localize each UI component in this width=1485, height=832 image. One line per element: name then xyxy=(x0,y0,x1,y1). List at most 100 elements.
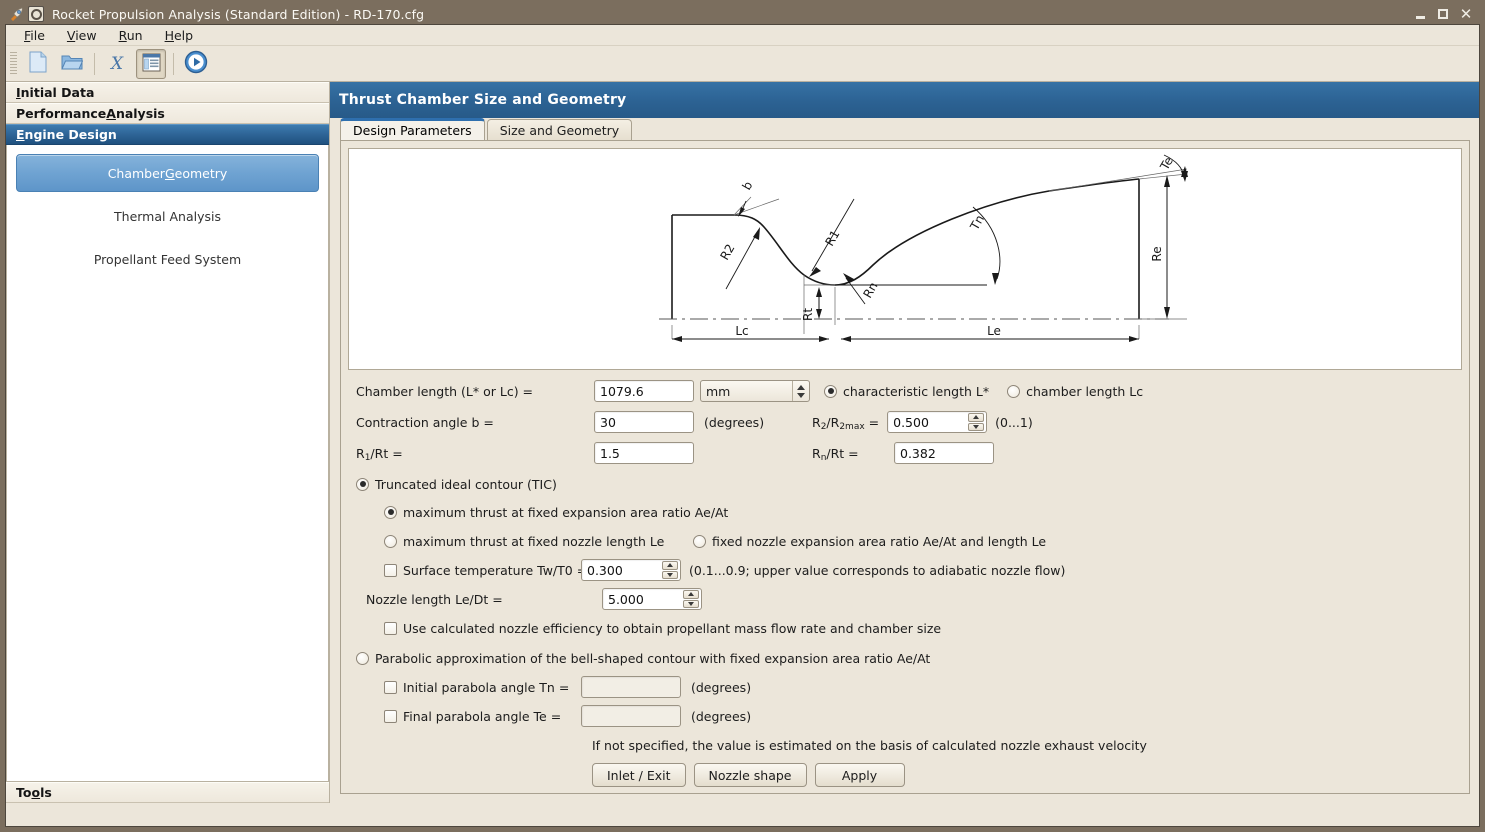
inlet-exit-button[interactable]: Inlet / Exit xyxy=(592,763,686,787)
chamber-length-label: Chamber length (L* or Lc) = xyxy=(356,383,534,399)
diagram-label-re: Re xyxy=(1150,246,1164,261)
sidebar-section-tools-mnemonic: o xyxy=(31,785,41,800)
r1-rt-label: R1/Rt = xyxy=(356,445,403,463)
menu-view-rest: iew xyxy=(75,27,97,43)
sidebar-section-performance-analysis[interactable]: Performance Analysis xyxy=(6,103,329,124)
chamber-length-input[interactable]: 1079.6 xyxy=(594,380,694,402)
checkbox-final-parabola-angle[interactable] xyxy=(384,709,397,723)
radio-parabolic-approximation[interactable] xyxy=(356,651,369,665)
r2-ratio-label: R2/R2max = xyxy=(812,414,880,432)
radio-max-thrust-fixed-area-ratio[interactable] xyxy=(384,505,397,519)
sidebar-section-tools-pre: To xyxy=(16,785,32,800)
window-menu-icon[interactable] xyxy=(28,6,44,22)
content-area: Thrust Chamber Size and Geometry Design … xyxy=(330,82,1479,803)
row-r1-rt: R1/Rt = 1.5 Rn/Rt = 0.382 xyxy=(356,442,1462,464)
surface-temperature-label: Surface temperature Tw/T0 = xyxy=(403,562,588,578)
r2-ratio-spinner-buttons[interactable] xyxy=(968,413,985,431)
sidebar-section-initial-data[interactable]: Initial Data xyxy=(6,82,329,103)
tab-strip: Design Parameters Size and Geometry xyxy=(330,118,1479,140)
rn-rt-input[interactable]: 0.382 xyxy=(894,442,994,464)
row-tic: Truncated ideal contour (TIC) xyxy=(356,473,1462,495)
menu-view[interactable]: View xyxy=(57,26,107,45)
maximize-button[interactable] xyxy=(1433,6,1453,23)
menu-help[interactable]: Help xyxy=(155,26,204,45)
toolbar-grip[interactable] xyxy=(10,51,17,76)
contraction-angle-input[interactable]: 30 xyxy=(594,411,694,433)
sidebar-item-chamber-geometry[interactable]: Chamber Geometry xyxy=(16,154,319,192)
diagram-label-r2: R2 xyxy=(717,242,737,263)
close-button[interactable]: ✕ xyxy=(1456,6,1476,23)
r2-ratio-value: 0.500 xyxy=(893,414,929,430)
sidebar-section-tools[interactable]: To o ls xyxy=(6,782,329,803)
chamber-length-unit-select[interactable]: mm xyxy=(700,380,810,402)
export-x-button[interactable]: X xyxy=(102,49,132,79)
checkbox-use-calculated-efficiency[interactable] xyxy=(384,621,397,635)
nozzle-diagram-svg: Lc Le Rt Re b R2 R1 Rn Tn Te xyxy=(659,155,1188,342)
radio-fixed-area-ratio-and-length[interactable] xyxy=(693,534,706,548)
apply-button[interactable]: Apply xyxy=(814,763,905,787)
r2-ratio-spin-up[interactable] xyxy=(968,413,985,422)
r2-ratio-spin-down[interactable] xyxy=(968,422,985,431)
nozzle-length-spinner[interactable]: 5.000 xyxy=(602,588,702,610)
radio-characteristic-length[interactable] xyxy=(824,384,837,398)
sidebar-section-engine-design[interactable]: Engine Design xyxy=(6,124,329,145)
nozzle-length-spin-up[interactable] xyxy=(683,590,699,599)
surface-temperature-spin-down[interactable] xyxy=(662,570,678,579)
nozzle-shape-button[interactable]: Nozzle shape xyxy=(693,763,807,787)
run-button[interactable] xyxy=(181,49,211,79)
surface-temperature-note: (0.1...0.9; upper value corresponds to a… xyxy=(689,562,1066,578)
row-surface-temperature: Surface temperature Tw/T0 = 0.300 (0.1..… xyxy=(384,559,1462,581)
toolbar: X xyxy=(6,46,1479,82)
menu-file[interactable]: File xyxy=(14,26,55,45)
new-file-button[interactable] xyxy=(23,49,53,79)
diagram-label-lc: Lc xyxy=(735,324,748,338)
row-tic-option-1: maximum thrust at fixed expansion area r… xyxy=(384,501,1462,523)
tab-design-parameters[interactable]: Design Parameters xyxy=(340,118,485,140)
sidebar-item-thermal-analysis[interactable]: Thermal Analysis xyxy=(16,197,319,235)
minimize-button[interactable] xyxy=(1410,6,1430,23)
checkbox-surface-temperature[interactable] xyxy=(384,563,397,577)
row-use-calculated-efficiency: Use calculated nozzle efficiency to obta… xyxy=(384,617,1462,639)
open-folder-icon xyxy=(61,52,84,75)
tab-design-parameters-label: Design Parameters xyxy=(353,123,472,138)
r2-ratio-spinner[interactable]: 0.500 xyxy=(887,411,988,433)
final-parabola-angle-input[interactable] xyxy=(581,705,681,727)
nozzle-length-value: 5.000 xyxy=(608,591,644,607)
radio-characteristic-length-label: characteristic length L* xyxy=(843,383,990,399)
status-bar xyxy=(6,803,1479,826)
chevron-updown-icon xyxy=(792,381,806,401)
sidebar-section-engine-design-mnemonic: E xyxy=(16,127,25,142)
menu-run[interactable]: Run xyxy=(109,26,153,45)
open-folder-button[interactable] xyxy=(57,49,87,79)
surface-temperature-spin-up[interactable] xyxy=(662,561,678,570)
radio-max-thrust-fixed-nozzle-length[interactable] xyxy=(384,534,397,548)
initial-parabola-angle-units: (degrees) xyxy=(691,679,752,695)
tab-size-and-geometry[interactable]: Size and Geometry xyxy=(486,119,633,140)
client-area: File View Run Help X I nitial Data Perfo… xyxy=(5,24,1480,827)
r1-rt-input[interactable]: 1.5 xyxy=(594,442,694,464)
nozzle-length-label: Nozzle length Le/Dt = xyxy=(366,591,503,607)
radio-truncated-ideal-contour[interactable] xyxy=(356,477,369,491)
menu-view-mnemonic: V xyxy=(66,27,76,43)
surface-temperature-spinner[interactable]: 0.300 xyxy=(581,559,681,581)
checkbox-initial-parabola-angle[interactable] xyxy=(384,680,397,694)
surface-temperature-spinner-buttons[interactable] xyxy=(662,561,678,579)
r2-ratio-sub2: 2max xyxy=(839,421,865,432)
initial-parabola-angle-input[interactable] xyxy=(581,676,681,698)
nozzle-length-spinner-buttons[interactable] xyxy=(683,590,699,608)
row-final-parabola-angle: Final parabola angle Te = (degrees) xyxy=(384,705,1462,727)
sidebar-section-engine-design-label: ngine Design xyxy=(24,127,117,142)
run-play-icon xyxy=(184,50,208,77)
sidebar-item-propellant-feed-system[interactable]: Propellant Feed System xyxy=(16,240,319,278)
page-title-bar: Thrust Chamber Size and Geometry xyxy=(330,82,1479,118)
row-nozzle-length: Nozzle length Le/Dt = 5.000 xyxy=(366,588,1462,610)
menu-help-mnemonic: H xyxy=(164,27,174,43)
contraction-angle-units: (degrees) xyxy=(704,414,765,430)
radio-chamber-length[interactable] xyxy=(1007,384,1021,398)
report-view-button[interactable] xyxy=(136,48,166,79)
nozzle-length-spin-down[interactable] xyxy=(683,599,699,608)
page-title: Thrust Chamber Size and Geometry xyxy=(339,92,627,108)
toolbar-separator-1 xyxy=(94,52,95,75)
sidebar-section-performance-rest: nalysis xyxy=(115,106,165,121)
final-parabola-angle-label: Final parabola angle Te = xyxy=(403,708,562,724)
